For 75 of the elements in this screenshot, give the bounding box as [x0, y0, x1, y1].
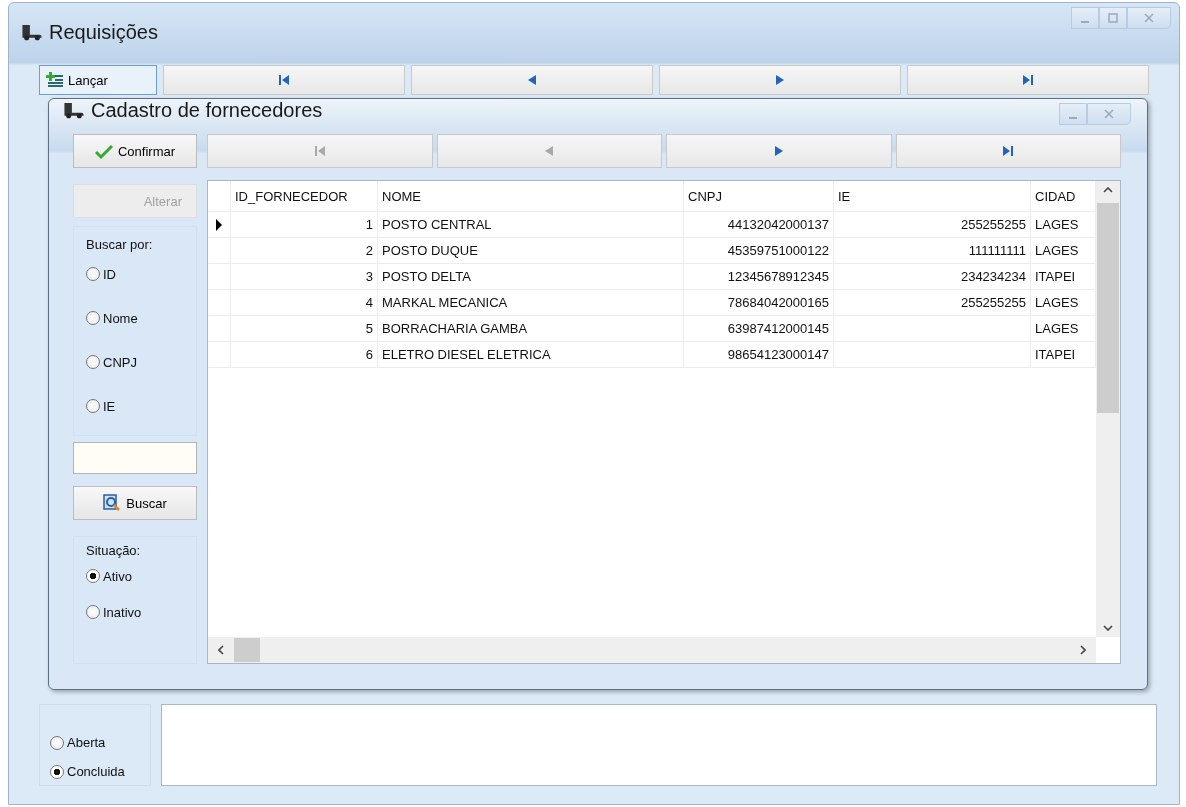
table-cell: 111111111 [968, 243, 1026, 258]
close-button[interactable] [1087, 103, 1131, 125]
nav-button[interactable] [207, 134, 433, 168]
table-cell: LAGES [1035, 243, 1079, 258]
list-add-icon [46, 71, 64, 89]
maximize-icon [1108, 13, 1118, 23]
launch-button[interactable]: Lançar [39, 65, 157, 95]
table-cell: 1 [365, 217, 373, 232]
search-by-radio[interactable]: CNPJ [86, 352, 137, 372]
table-cell: 12345678912345 [727, 269, 829, 284]
table-cell: POSTO CENTRAL [382, 217, 492, 232]
column-header[interactable]: NOME [378, 181, 684, 211]
table-cell: POSTO DELTA [382, 269, 471, 284]
table-cell: MARKAL MECANICA [382, 295, 508, 310]
table-cell: 2 [365, 243, 373, 258]
table-cell: LAGES [1035, 321, 1079, 336]
nav-button[interactable] [411, 65, 653, 95]
table-cell: 234234234 [960, 269, 1026, 284]
table-cell: ITAPEI [1035, 269, 1076, 284]
nav-button[interactable] [659, 65, 901, 95]
search-field[interactable] [73, 442, 197, 474]
dialog-title: Cadastro de fornecedores [91, 99, 323, 122]
confirm-button[interactable]: Confirmar [73, 134, 197, 168]
status-radio[interactable]: Aberta [50, 735, 106, 750]
table-cell: 255255255 [960, 217, 1026, 232]
column-header[interactable]: CNPJ [684, 181, 834, 211]
group-label: Buscar por: [86, 237, 153, 252]
table-cell: LAGES [1035, 295, 1079, 310]
status-radio[interactable]: Concluida [50, 764, 125, 779]
search-button[interactable]: Buscar [73, 486, 197, 520]
nav-button[interactable] [436, 134, 662, 168]
nav-button[interactable] [163, 65, 405, 95]
magnifier-icon [103, 494, 122, 512]
minimize-icon [1069, 117, 1077, 119]
minimize-button[interactable] [1059, 103, 1087, 125]
maximize-button[interactable] [1099, 7, 1127, 29]
scroll-thumb[interactable] [1097, 203, 1119, 413]
truck-icon [63, 102, 85, 119]
window-title: Requisições [49, 20, 158, 44]
close-icon [1144, 13, 1154, 23]
minimize-icon [1081, 21, 1089, 23]
table-cell: 5 [365, 321, 373, 336]
horizontal-scrollbar[interactable] [208, 637, 1096, 663]
table-cell: 3 [365, 269, 373, 284]
nav-button[interactable] [666, 134, 892, 168]
truck-icon [21, 23, 43, 41]
close-button[interactable] [1127, 7, 1171, 29]
table-cell: 78684042000165 [727, 295, 829, 310]
vertical-scrollbar[interactable] [1096, 181, 1120, 637]
table-cell: 44132042000137 [727, 217, 829, 232]
situation-radio[interactable]: Inativo [86, 602, 142, 622]
table-cell: LAGES [1035, 217, 1079, 232]
table-cell: ELETRO DIESEL ELETRICA [382, 347, 551, 362]
search-by-radio[interactable]: ID [86, 264, 116, 284]
scroll-thumb[interactable] [234, 638, 260, 662]
search-by-radio[interactable]: Nome [86, 308, 138, 328]
checkmark-icon [94, 142, 113, 160]
table-cell: 6 [365, 347, 373, 362]
nav-button[interactable] [907, 65, 1149, 95]
table-cell: BORRACHARIA GAMBA [382, 321, 528, 336]
table-cell: 255255255 [960, 295, 1026, 310]
table-cell: POSTO DUQUE [382, 243, 478, 258]
group-label: Situação: [86, 543, 141, 558]
table-cell: 4 [365, 295, 373, 310]
table-cell: 98654123000147 [727, 347, 829, 362]
nav-button[interactable] [895, 134, 1121, 168]
situation-radio[interactable]: Ativo [86, 566, 132, 586]
table-cell: 63987412000145 [727, 321, 829, 336]
column-header[interactable]: IE [834, 181, 1031, 211]
column-header[interactable]: ID_FORNECEDOR [231, 181, 378, 211]
minimize-button[interactable] [1071, 7, 1099, 29]
close-icon [1104, 109, 1114, 119]
table-cell: ITAPEI [1035, 347, 1076, 362]
search-by-radio[interactable]: IE [86, 396, 116, 416]
table-cell: 45359751000122 [727, 243, 829, 258]
